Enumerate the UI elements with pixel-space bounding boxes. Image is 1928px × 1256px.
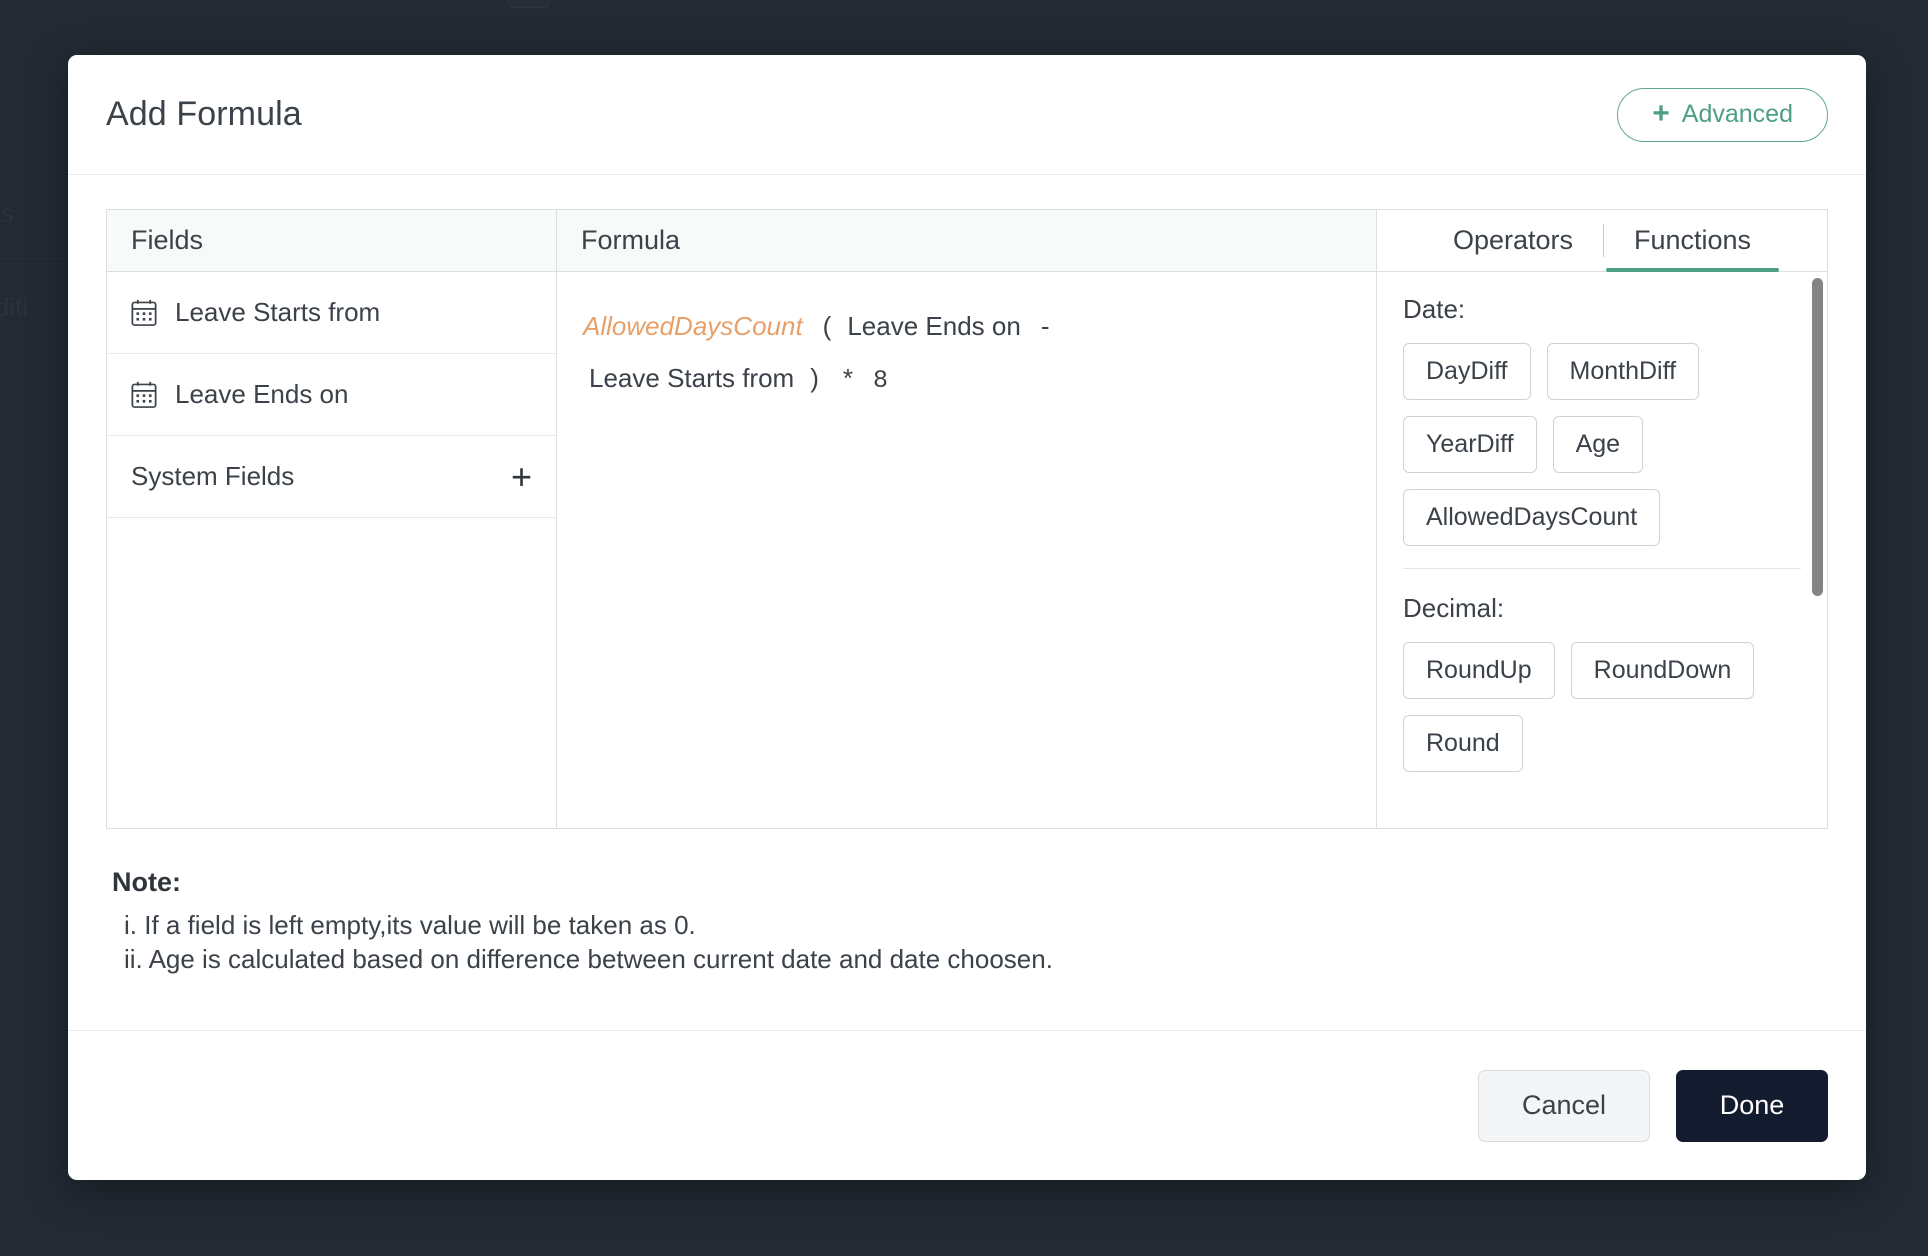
formula-token-operator-minus: -	[1040, 311, 1050, 341]
function-chip-rounddown[interactable]: RoundDown	[1570, 642, 1755, 699]
group-label-date: Date:	[1403, 294, 1466, 324]
function-chip-alloweddayscount[interactable]: AllowedDaysCount	[1403, 489, 1661, 546]
formula-panel-header: Formula	[557, 210, 1376, 272]
system-fields-label: System Fields	[131, 461, 295, 491]
plus-icon: +	[1652, 96, 1670, 130]
function-chip-monthdiff[interactable]: MonthDiff	[1546, 343, 1700, 400]
function-chip-age[interactable]: Age	[1552, 416, 1644, 473]
field-item-label: Leave Ends on	[175, 379, 349, 409]
formula-token-field-1[interactable]: Leave Ends on	[847, 311, 1020, 341]
note-title: Note:	[112, 867, 181, 897]
tab-functions[interactable]: Functions	[1604, 210, 1781, 272]
add-system-field-icon[interactable]: +	[511, 458, 532, 495]
function-chip-row: Round	[1403, 715, 1801, 772]
formula-panel: Formula AllowedDaysCount ( Leave Ends on - L…	[557, 210, 1377, 828]
add-formula-dialog: Add Formula + Advanced Fields Leave Star…	[68, 55, 1866, 1180]
background-text-fragment-2: onditi	[0, 292, 29, 322]
dialog-footer: Cancel Done	[68, 1030, 1866, 1180]
background-text-fragment-1: es	[0, 198, 14, 228]
functions-scrollbar[interactable]	[1812, 278, 1823, 596]
tab-functions-label: Functions	[1634, 225, 1752, 255]
functions-group-divider	[1403, 568, 1801, 569]
dialog-header: Add Formula + Advanced	[68, 55, 1866, 175]
field-item-leave-starts-from[interactable]: Leave Starts from	[107, 272, 556, 354]
note-line-1: i. If a field is left empty,its value wi…	[124, 910, 696, 940]
function-chip-row: AllowedDaysCount	[1403, 489, 1801, 546]
function-chip-yeardiff[interactable]: YearDiff	[1403, 416, 1537, 473]
formula-token-open-paren: (	[822, 311, 832, 341]
dialog-body: Fields Leave Starts from Leave Ends on S…	[68, 175, 1866, 1030]
cancel-button[interactable]: Cancel	[1478, 1069, 1650, 1142]
advanced-button-label: Advanced	[1681, 100, 1793, 128]
function-chip-row: DayDiff MonthDiff	[1403, 343, 1801, 400]
done-button[interactable]: Done	[1676, 1069, 1828, 1142]
system-fields-row[interactable]: System Fields +	[107, 436, 556, 518]
function-chip-roundup[interactable]: RoundUp	[1403, 642, 1555, 699]
calendar-icon	[131, 381, 157, 409]
formula-editor[interactable]: AllowedDaysCount ( Leave Ends on - Leave Sta…	[557, 272, 1376, 828]
function-chip-row: RoundUp RoundDown	[1403, 642, 1801, 699]
tab-operators[interactable]: Operators	[1423, 210, 1603, 271]
function-chip-round[interactable]: Round	[1403, 715, 1523, 772]
formula-token-operator-multiply: *	[842, 363, 853, 393]
fields-empty-area	[107, 518, 556, 828]
formula-token-function[interactable]: AllowedDaysCount	[583, 311, 803, 341]
note-line-2: ii. Age is calculated based on differenc…	[124, 944, 1053, 974]
field-item-label: Leave Starts from	[175, 297, 381, 327]
formula-token-field-2[interactable]: Leave Starts from	[589, 363, 794, 393]
fields-panel: Fields Leave Starts from Leave Ends on S…	[107, 210, 557, 828]
formula-token-close-paren: )	[810, 363, 819, 393]
calendar-icon	[131, 299, 157, 327]
page-title: Add Formula	[106, 95, 302, 133]
function-chip-row: YearDiff Age	[1403, 416, 1801, 473]
formula-token-number[interactable]: 8	[873, 366, 888, 395]
tab-operators-label: Operators	[1452, 225, 1573, 255]
advanced-button[interactable]: + Advanced	[1617, 87, 1828, 142]
background-chip	[508, 0, 550, 8]
functions-tabs: Operators Functions	[1377, 210, 1827, 272]
functions-panel: Operators Functions Date: DayDiff MonthD…	[1377, 210, 1827, 828]
functions-scroll-area[interactable]: Date: DayDiff MonthDiff YearDiff Age All…	[1377, 272, 1827, 828]
builder-panels: Fields Leave Starts from Leave Ends on S…	[106, 209, 1828, 829]
note-section: Note: i. If a field is left empty,its va…	[106, 829, 1828, 1030]
group-label-decimal: Decimal:	[1403, 593, 1505, 623]
function-chip-daydiff[interactable]: DayDiff	[1403, 343, 1531, 400]
fields-panel-header: Fields	[107, 210, 556, 272]
field-item-leave-ends-on[interactable]: Leave Ends on	[107, 354, 556, 436]
